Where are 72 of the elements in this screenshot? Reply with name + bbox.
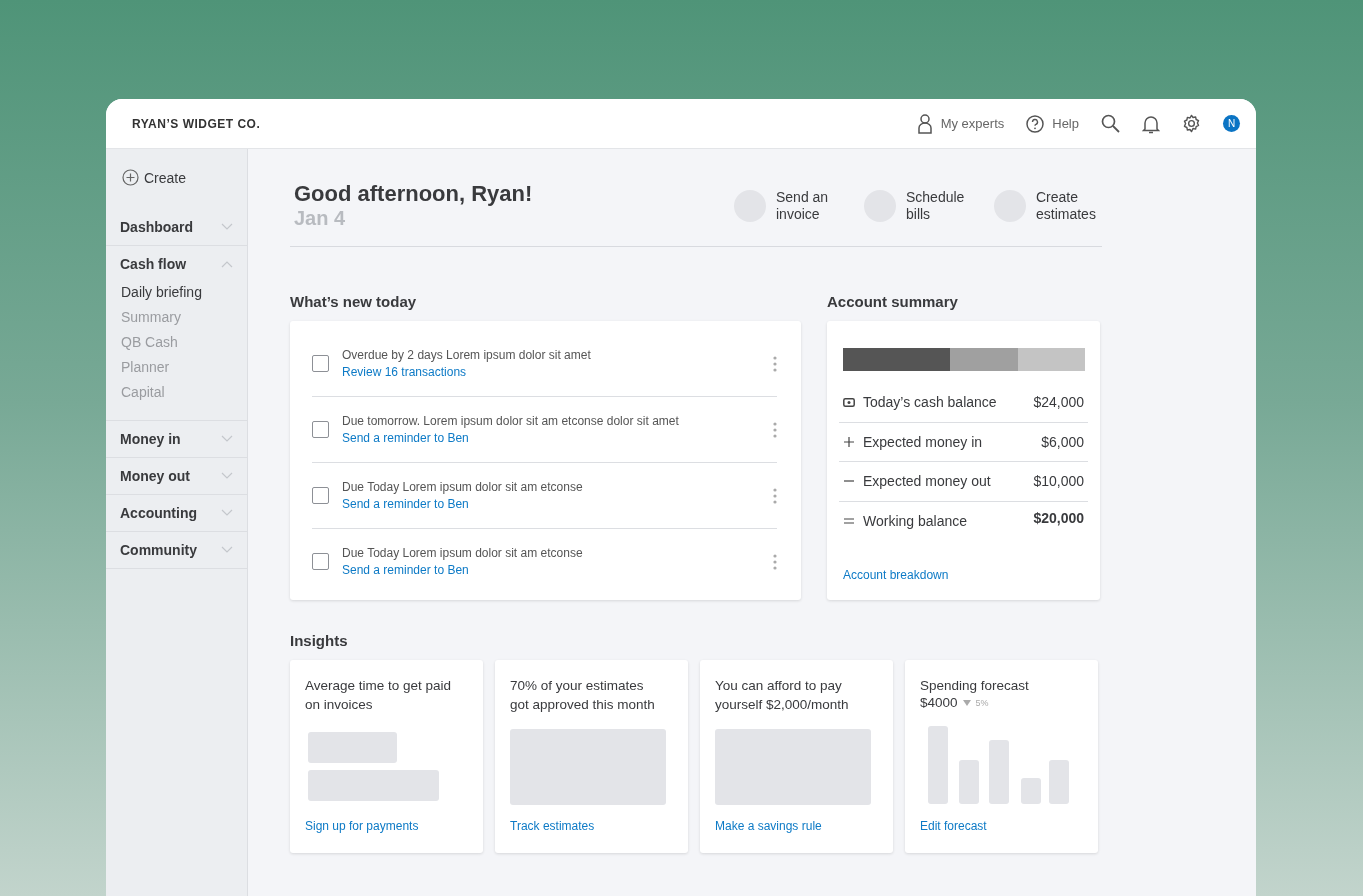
minus-icon (843, 480, 855, 483)
plus-icon (843, 435, 855, 448)
chevron-icon[interactable] (221, 509, 233, 517)
chevron-icon[interactable] (221, 260, 233, 268)
chevron-icon[interactable] (221, 223, 233, 231)
company-name: RYAN’S WIDGET CO. (132, 116, 261, 131)
change-percent: 5% (975, 697, 989, 708)
section-title: What’s new today (290, 293, 418, 310)
insight-link[interactable]: Sign up for payments (305, 819, 419, 833)
summary-label: Today’s cash balance (863, 394, 997, 411)
task-link[interactable]: Send a reminder to Ben (342, 431, 469, 445)
more-icon[interactable] (773, 355, 777, 372)
summary-amount: $10,000 (1033, 473, 1084, 490)
insight-text: 70% of your estimates got approved this month (510, 677, 656, 714)
nav-section[interactable]: Money in (120, 431, 181, 447)
cash-icon (843, 397, 855, 407)
checkbox[interactable] (312, 355, 329, 372)
chevron-icon[interactable] (221, 435, 233, 443)
task-link[interactable]: Review 16 transactions (342, 365, 467, 379)
task-link[interactable]: Send a reminder to Ben (342, 497, 469, 511)
insight-link[interactable]: Track estimates (510, 819, 595, 833)
nav-item[interactable]: Daily briefing (121, 284, 233, 300)
insight-link[interactable]: Edit forecast (920, 819, 987, 833)
summary-amount: $24,000 (1033, 394, 1084, 411)
help-icon (1026, 114, 1045, 133)
search-icon[interactable] (1101, 114, 1120, 133)
checkbox[interactable] (312, 553, 329, 570)
nav-section[interactable]: Money out (120, 468, 190, 484)
forecast-amount: $4000 (920, 695, 958, 710)
nav-section[interactable]: Community (120, 542, 197, 558)
quick-action-button[interactable]: Send an invoice (734, 188, 842, 223)
chevron-icon[interactable] (221, 472, 233, 480)
down-triangle-icon (962, 699, 971, 706)
task-text: Due tomorrow. Lorem ipsum dolor sit am etconse dolor sit amet (342, 414, 680, 428)
settings-icon[interactable] (1182, 114, 1201, 133)
quick-action-button[interactable]: Schedule bills (864, 188, 972, 223)
checkbox[interactable] (312, 421, 329, 438)
insight-text: Spending forecast (920, 677, 1030, 695)
chevron-icon[interactable] (221, 546, 233, 554)
nav-section[interactable]: Accounting (120, 505, 197, 521)
equals-icon (843, 517, 855, 524)
more-icon[interactable] (773, 553, 777, 570)
bell-icon[interactable] (1142, 113, 1160, 134)
task-text: Overdue by 2 days Lorem ipsum dolor sit amet (342, 348, 592, 362)
nav-section[interactable]: Dashboard (120, 219, 194, 235)
checkbox[interactable] (312, 487, 329, 504)
insight-link[interactable]: Make a savings rule (715, 819, 822, 833)
insight-text: You can afford to pay yourself $2,000/month (715, 677, 850, 714)
task-text: Due Today Lorem ipsum dolor sit am etconse (342, 546, 584, 560)
task-link[interactable]: Send a reminder to Ben (342, 563, 469, 577)
plus-circle-icon (122, 169, 139, 186)
more-icon[interactable] (773, 421, 777, 438)
summary-label: Working balance (863, 512, 968, 529)
help-button[interactable]: Help (1026, 114, 1079, 133)
nav-section[interactable]: Cash flow (120, 256, 187, 272)
summary-label: Expected money out (863, 473, 991, 490)
summary-amount: $6,000 (1041, 433, 1084, 450)
task-text: Due Today Lorem ipsum dolor sit am etconse (342, 480, 584, 494)
section-title: Insights (290, 632, 349, 649)
breakdown-link[interactable]: Account breakdown (843, 568, 949, 582)
experts-button[interactable]: My experts (916, 113, 1005, 134)
greeting-title: Good afternoon, Ryan! (294, 181, 533, 207)
summary-amount: $20,000 (1033, 509, 1084, 526)
insight-text: Average time to get paid on invoices (305, 677, 453, 714)
create-button[interactable]: Create (122, 169, 187, 186)
more-icon[interactable] (773, 487, 777, 504)
quick-action-button[interactable]: Create estimates (994, 188, 1102, 223)
summary-label: Expected money in (863, 433, 983, 450)
person-icon (916, 113, 933, 134)
date-text: Jan 4 (294, 207, 347, 230)
user-avatar[interactable]: N (1223, 115, 1240, 132)
section-title: Account summary (827, 293, 959, 310)
